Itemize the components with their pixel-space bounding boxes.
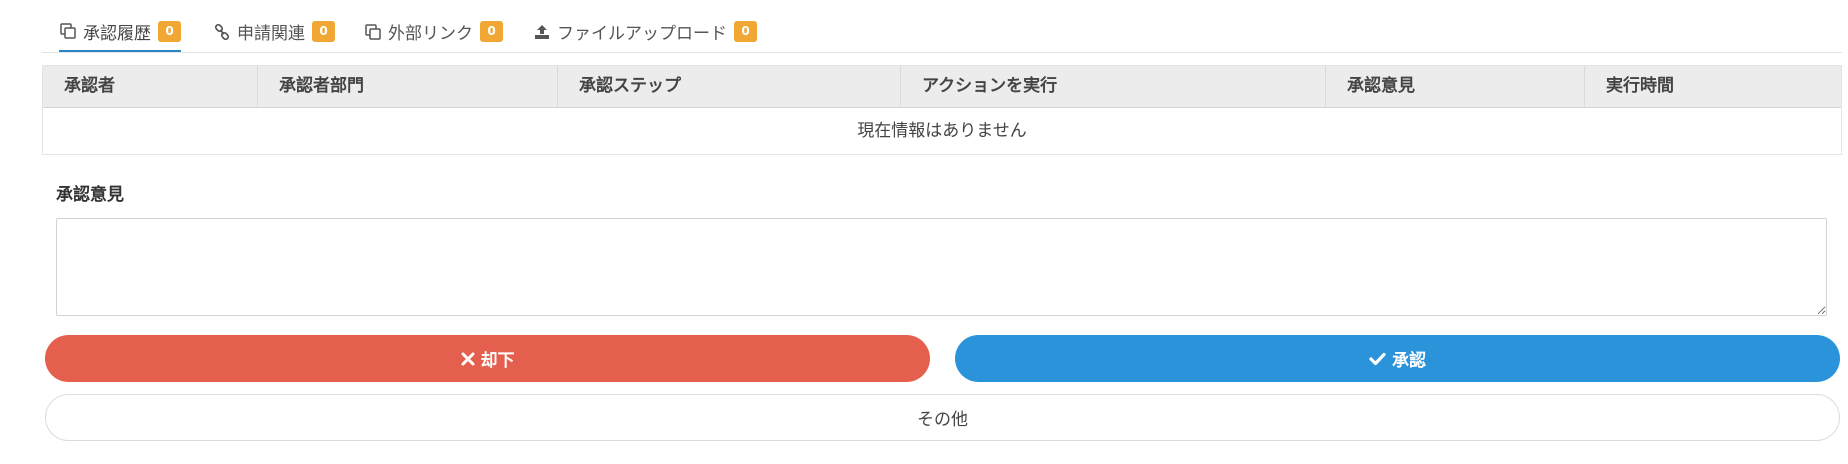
column-header: 承認者: [43, 66, 258, 107]
tab-approval-history[interactable]: 承認履歴 0: [59, 12, 181, 52]
approve-label: 承認: [1392, 351, 1426, 371]
count-badge: 0: [734, 21, 757, 42]
comment-textarea[interactable]: [56, 218, 1827, 316]
reject-label: 却下: [480, 351, 515, 371]
check-icon: [1369, 352, 1386, 366]
column-header: 承認ステップ: [558, 66, 901, 107]
tab-application-related[interactable]: 申請関連 0: [213, 12, 335, 51]
column-header: 実行時間: [1606, 76, 1674, 96]
count-badge: 0: [158, 20, 181, 42]
comment-label: 承認意見: [56, 185, 124, 205]
other-button[interactable]: その他: [45, 394, 1840, 441]
copy-icon: [364, 23, 382, 41]
tab-label: 申請関連: [237, 24, 305, 44]
column-header: 承認意見: [1326, 66, 1585, 107]
reject-button[interactable]: 却下: [45, 335, 930, 382]
approval-history-table: 承認者 承認者部門 承認ステップ アクションを実行 承認意見 実行時間 現在情報…: [42, 65, 1842, 155]
upload-icon: [533, 23, 551, 41]
tab-label: 承認履歴: [83, 23, 151, 44]
link-icon: [213, 23, 231, 41]
tab-external-links[interactable]: 外部リンク 0: [364, 12, 503, 51]
empty-message: 現在情報はありません: [857, 121, 1027, 141]
copy-icon: [59, 22, 77, 40]
tab-label: ファイルアップロード: [557, 24, 727, 44]
tab-label: 外部リンク: [388, 24, 473, 44]
table-header: 承認者 承認者部門 承認ステップ アクションを実行 承認意見 実行時間: [43, 66, 1841, 108]
count-badge: 0: [480, 21, 503, 42]
column-header: 承認者部門: [258, 66, 558, 107]
close-icon: [461, 352, 475, 366]
other-label: その他: [917, 410, 968, 430]
column-header: アクションを実行: [901, 66, 1326, 107]
approve-button[interactable]: 承認: [955, 335, 1840, 382]
tab-file-upload[interactable]: ファイルアップロード 0: [533, 12, 757, 51]
count-badge: 0: [312, 21, 335, 42]
tab-bar: 承認履歴 0 申請関連 0 外部リンク 0 ファイルアップロード 0: [42, 12, 1842, 53]
